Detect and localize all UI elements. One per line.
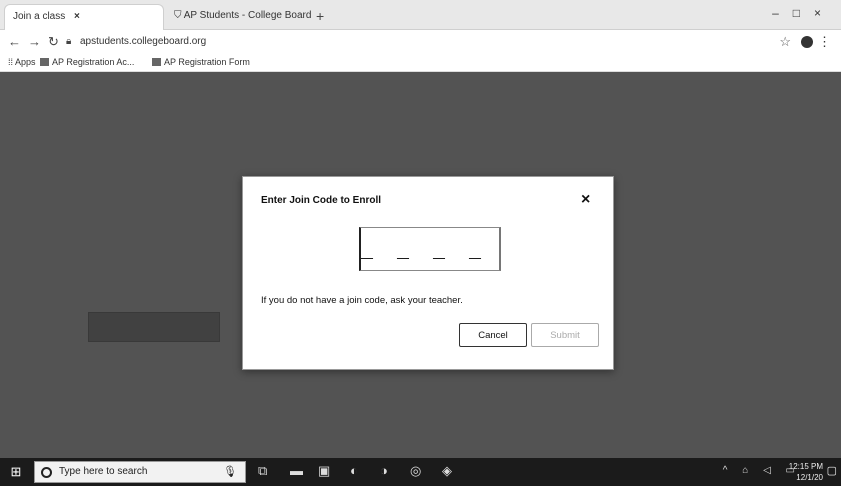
windows-start-icon[interactable]: ⊞ <box>0 458 32 486</box>
taskbar: ⊞ Type here to search 🎙︎ ⧉ ▬ ▣ ◐ ◑ ◎ ◈ ^… <box>0 458 841 486</box>
shield-icon: ⛉ <box>174 10 182 21</box>
star-icon[interactable]: ☆ <box>779 34 791 50</box>
join-code-input[interactable] <box>359 227 501 271</box>
bookmark-icon <box>152 58 161 66</box>
menu-icon[interactable]: ⋮ <box>818 34 831 50</box>
url-field[interactable]: apstudents.collegeboard.org <box>80 36 206 47</box>
address-bar-row: ← → ↻ 🔒︎ apstudents.collegeboard.org ☆ ⋮ <box>0 30 841 54</box>
new-tab-plus-icon[interactable]: + <box>316 8 324 24</box>
tab-label: Join a class <box>13 11 66 22</box>
close-tab-icon[interactable]: × <box>74 11 80 22</box>
file-explorer-icon[interactable]: ▬ <box>290 463 303 478</box>
apps-icon: ⁞⁞ <box>8 57 16 67</box>
bookmark-ap-registration-ac[interactable]: AP Registration Ac... <box>40 57 134 67</box>
app-icon[interactable]: ◈ <box>442 463 452 479</box>
join-code-modal: Enter Join Code to Enroll × If you do no… <box>242 176 614 370</box>
bookmark-ap-registration-form[interactable]: AP Registration Form <box>152 57 250 67</box>
tab-ap-students[interactable]: ⛉ AP Students - College Board × <box>166 4 312 30</box>
close-icon[interactable]: × <box>581 191 590 209</box>
reload-icon[interactable]: ↻ <box>48 34 59 50</box>
cancel-button[interactable]: Cancel <box>459 323 527 347</box>
task-view-icon[interactable]: ⧉ <box>258 463 267 479</box>
store-icon[interactable]: ▣ <box>318 463 330 479</box>
edge-icon[interactable]: ◐ <box>350 463 358 478</box>
join-code-hint: If you do not have a join code, ask your… <box>261 295 463 306</box>
bookmark-icon <box>40 58 49 66</box>
notifications-icon[interactable]: ▢ <box>827 464 837 477</box>
window-controls[interactable]: –□× <box>772 6 835 20</box>
tab-join-class[interactable]: Join a class × <box>4 4 164 30</box>
bookmark-apps[interactable]: ⁞⁞ Apps <box>8 57 36 67</box>
bookmarks-bar: ⁞⁞ Apps AP Registration Ac... AP Registr… <box>0 54 841 72</box>
submit-button[interactable]: Submit <box>531 323 599 347</box>
browser-tab-bar: Join a class × ⛉ AP Students - College B… <box>0 0 841 30</box>
clock-time: 12:15 PM <box>788 462 823 471</box>
microphone-icon[interactable]: 🎙︎ <box>223 465 237 478</box>
lock-icon: 🔒︎ <box>66 36 72 47</box>
search-icon <box>41 467 52 478</box>
taskbar-search-placeholder: Type here to search <box>59 466 148 477</box>
tab-label: AP Students - College Board <box>183 10 312 21</box>
media-icon[interactable]: ◑ <box>380 463 388 478</box>
taskbar-search[interactable]: Type here to search 🎙︎ <box>34 461 246 483</box>
chrome-icon[interactable]: ◎ <box>410 463 421 479</box>
clock-date: 12/1/20 <box>796 473 823 482</box>
forward-arrow-icon[interactable]: → <box>28 34 41 49</box>
modal-title: Enter Join Code to Enroll <box>261 195 382 206</box>
back-arrow-icon[interactable]: ← <box>8 34 21 49</box>
profile-icon[interactable] <box>801 36 813 48</box>
page-content: Enter Join Code to Enroll × If you do no… <box>0 72 841 458</box>
taskbar-clock[interactable]: 12:15 PM 12/1/20 <box>789 461 823 483</box>
